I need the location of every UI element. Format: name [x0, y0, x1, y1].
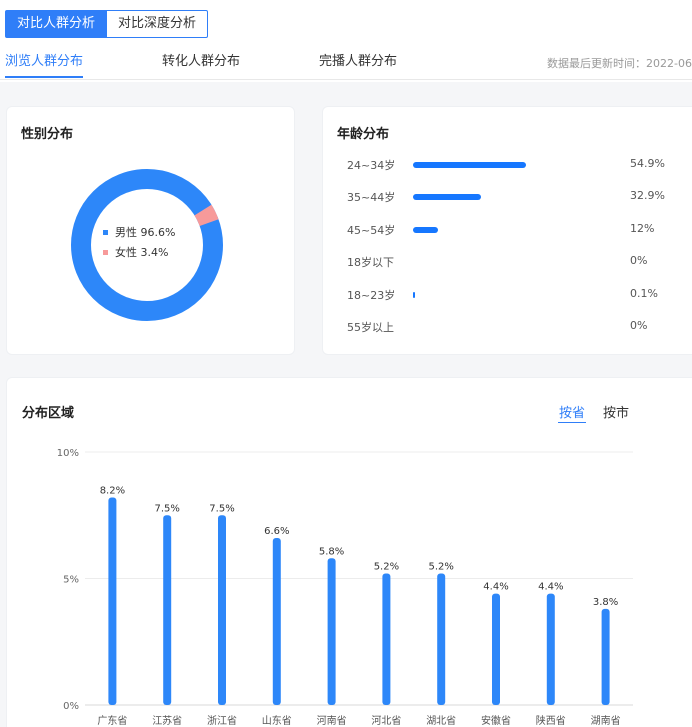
x-tick-label: 湖北省 — [426, 714, 456, 727]
age-bar — [413, 227, 438, 233]
bar-value-label: 4.4% — [538, 582, 563, 593]
age-value: 12% — [630, 222, 655, 235]
age-row: 45~54岁 12% — [347, 222, 667, 238]
region-card: 分布区域 按省 按市 0% 5% 10% 8.2% 广东省 7.5% 江苏省 7.5% 浙江省 6… — [6, 377, 692, 727]
age-label: 24~34岁 — [347, 159, 396, 172]
bar — [437, 573, 446, 705]
age-label: 45~54岁 — [347, 224, 396, 237]
tab-browse-crowd[interactable]: 浏览人群分布 — [5, 52, 84, 78]
age-row: 35~44岁 32.9% — [347, 189, 667, 205]
top-bar: 对比人群分析 对比深度分析 浏览人群分布 转化人群分布 完播人群分布 数据最后更… — [0, 0, 692, 82]
crowd-tabs: 浏览人群分布 转化人群分布 完播人群分布 数据最后更新时间：2022-06 — [0, 52, 692, 80]
segment-compare-depth[interactable]: 对比深度分析 — [107, 10, 209, 38]
x-tick-label: 江苏省 — [152, 714, 182, 727]
x-tick-label: 河北省 — [371, 714, 401, 727]
age-label: 18~23岁 — [347, 289, 396, 302]
bar — [546, 593, 555, 705]
female-dot-icon — [103, 249, 108, 255]
age-value: 54.9% — [630, 157, 665, 170]
y-tick-label: 0% — [63, 701, 79, 712]
x-tick-label: 河南省 — [317, 714, 347, 727]
bar-value-label: 7.5% — [154, 503, 179, 514]
x-tick-label: 陕西省 — [536, 714, 566, 727]
age-bar — [413, 162, 527, 168]
bar — [492, 593, 500, 705]
bar — [382, 573, 391, 705]
bar-value-label: 5.2% — [374, 561, 399, 572]
region-bar-chart: 0% 5% 10% 8.2% 广东省 7.5% 江苏省 7.5% 浙江省 6.6% 山东省 5.8% 河… — [57, 448, 633, 727]
age-value: 0% — [630, 319, 648, 332]
x-tick-label: 安徽省 — [481, 714, 511, 727]
bar-value-label: 3.8% — [593, 597, 618, 608]
bar-value-label: 6.6% — [264, 526, 289, 537]
y-tick-label: 10% — [57, 448, 79, 459]
legend-label-female: 女性 3.4% — [115, 246, 169, 259]
age-label: 35~44岁 — [347, 191, 396, 204]
x-tick-label: 广东省 — [97, 714, 127, 727]
bar-value-label: 5.2% — [428, 561, 453, 572]
bar — [218, 515, 226, 705]
age-row: 18~23岁 0.1% — [347, 287, 667, 303]
age-title: 年龄分布 — [337, 127, 390, 142]
x-tick-label: 浙江省 — [207, 714, 237, 727]
age-card: 年龄分布 24~34岁 54.9% 35~44岁 32.9% 45~54岁 12… — [322, 106, 692, 355]
y-tick-label: 5% — [63, 575, 79, 586]
legend-item-male: 男性 96.6% — [103, 222, 175, 242]
bar — [272, 538, 281, 705]
age-row: 18岁以下 0% — [347, 254, 667, 270]
tab-convert-crowd[interactable]: 转化人群分布 — [162, 52, 240, 72]
legend-label-male: 男性 96.6% — [115, 226, 176, 239]
male-dot-icon — [103, 229, 108, 235]
gender-title: 性别分布 — [21, 127, 74, 142]
age-value: 32.9% — [630, 189, 665, 202]
age-bar — [413, 194, 481, 200]
tab-finish-crowd[interactable]: 完播人群分布 — [319, 52, 397, 72]
age-value: 0% — [630, 254, 648, 267]
bar — [163, 515, 172, 705]
bar-value-label: 4.4% — [483, 582, 508, 593]
legend-item-female: 女性 3.4% — [103, 242, 175, 262]
gender-card: 性别分布 男性 96.6% 女性 3.4% — [6, 106, 295, 355]
update-time: 数据最后更新时间：2022-06 — [547, 57, 692, 70]
age-label: 55岁以上 — [347, 321, 394, 334]
age-label: 18岁以下 — [347, 256, 394, 269]
age-row: 55岁以上 0% — [347, 319, 667, 335]
segment-compare-crowd[interactable]: 对比人群分析 — [5, 10, 108, 38]
bar-value-label: 5.8% — [319, 546, 344, 557]
x-tick-label: 山东省 — [262, 714, 292, 727]
bar — [601, 608, 610, 705]
analysis-mode-switch: 对比人群分析 对比深度分析 — [5, 10, 209, 38]
bar-value-label: 8.2% — [100, 486, 125, 497]
bar — [108, 497, 117, 705]
bar-value-label: 7.5% — [209, 503, 234, 514]
x-tick-label: 湖南省 — [591, 714, 621, 727]
age-value: 0.1% — [630, 287, 658, 300]
bar — [327, 558, 336, 705]
gender-legend: 男性 96.6% 女性 3.4% — [103, 222, 175, 262]
age-row: 24~34岁 54.9% — [347, 157, 667, 173]
age-bar — [413, 292, 415, 298]
